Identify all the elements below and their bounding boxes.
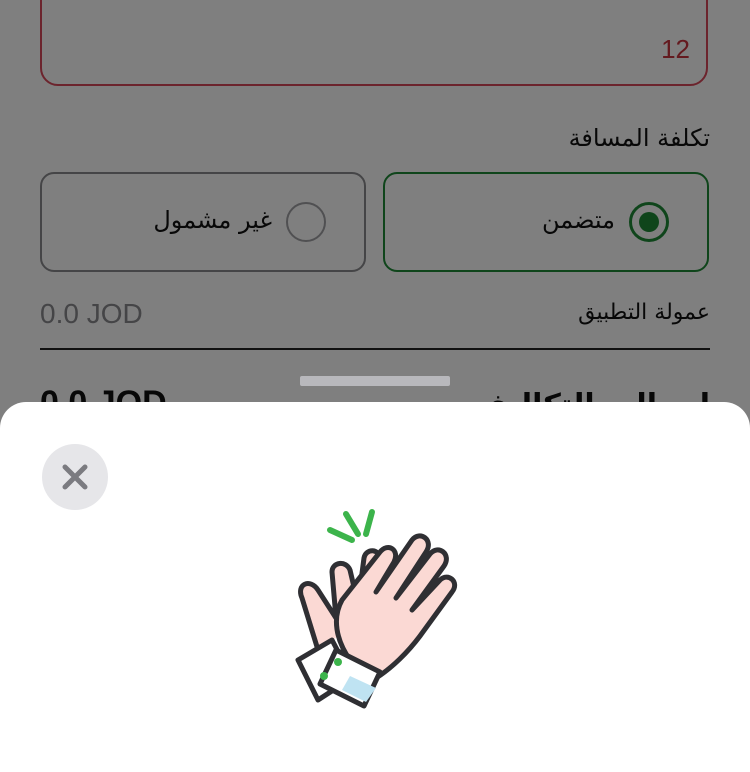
- bottom-sheet: [0, 402, 750, 772]
- sheet-grab-handle[interactable]: [300, 376, 450, 386]
- close-button[interactable]: [42, 444, 108, 510]
- close-icon: [62, 464, 88, 490]
- clapping-hands-icon: [295, 509, 458, 709]
